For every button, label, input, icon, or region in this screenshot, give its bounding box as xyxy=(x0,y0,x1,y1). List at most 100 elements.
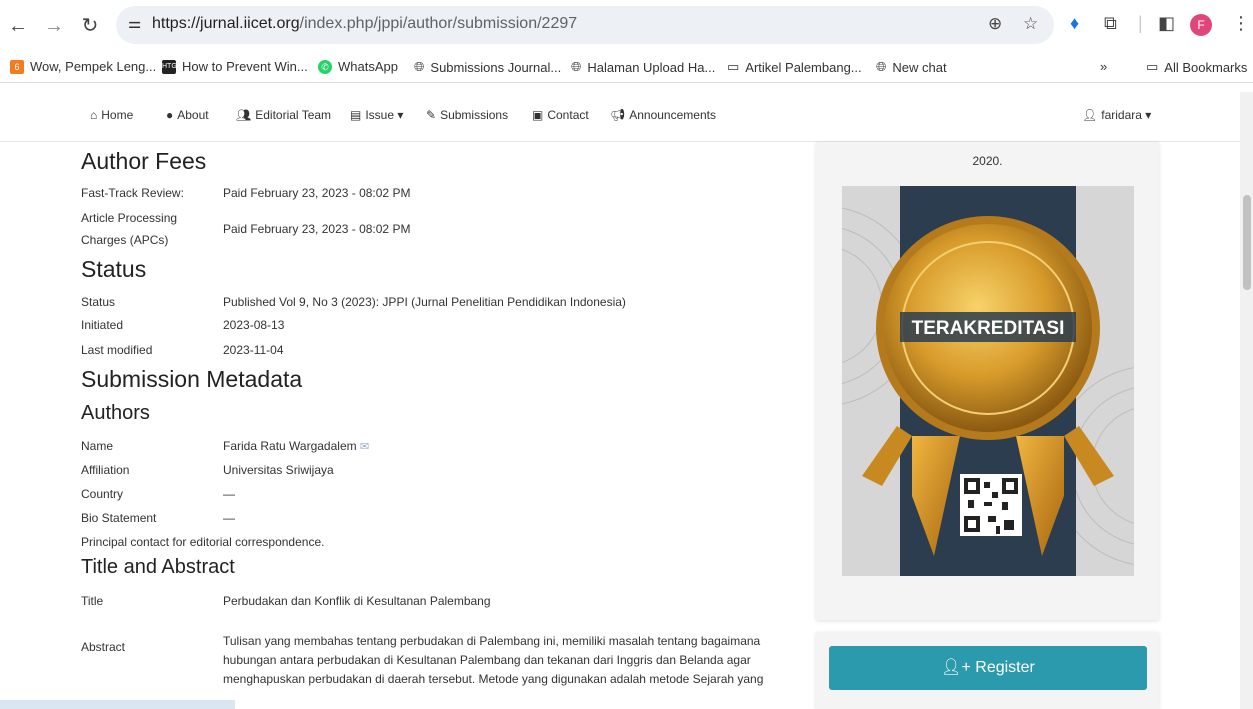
initiated-value: 2023-08-13 xyxy=(223,318,285,332)
nav-editorial-label: Editorial Team xyxy=(255,108,332,122)
forward-arrow-icon[interactable]: → xyxy=(42,12,66,40)
bookmark-label: WhatsApp xyxy=(338,59,398,74)
archive-icon: ▤ xyxy=(350,108,362,122)
all-bookmarks-button[interactable]: ▭ All Bookmarks xyxy=(1146,59,1247,75)
back-arrow-icon[interactable]: ← xyxy=(6,12,30,40)
globe-icon: 🌐︎ xyxy=(876,59,887,74)
nav-contact[interactable]: ▣ Contact xyxy=(532,108,589,122)
title-value: Perbudakan dan Konflik di Kesultanan Pal… xyxy=(223,594,491,608)
apc-label-line1: Article Processing xyxy=(81,211,178,225)
page-scrollbar[interactable] xyxy=(1240,92,1253,709)
extensions-puzzle-icon[interactable]: ⧉ xyxy=(1104,13,1117,34)
principal-contact-note: Principal contact for editorial correspo… xyxy=(81,535,325,549)
bookmark-label: Wow, Pempek Leng... xyxy=(30,59,157,74)
name-value: Farida Ratu Wargadalem ✉ xyxy=(223,437,369,456)
user-plus-icon: 👤︎+ xyxy=(941,659,971,676)
link-status-bar xyxy=(0,700,235,709)
edit-icon: ✎ xyxy=(426,108,437,122)
reload-icon[interactable]: ↻ xyxy=(78,12,102,40)
abstract-label: Abstract xyxy=(81,640,126,654)
htg-icon: HTG xyxy=(162,59,177,74)
bookmark-item[interactable]: 🌐︎ New chat xyxy=(876,59,947,75)
scrollbar-thumb[interactable] xyxy=(1243,195,1251,290)
bookmark-item[interactable]: HTG How to Prevent Win... xyxy=(162,59,308,74)
menu-kebab-icon[interactable]: ⋮ xyxy=(1232,13,1250,34)
profile-avatar[interactable]: F xyxy=(1190,14,1212,36)
folder-icon: ▭ xyxy=(1146,59,1159,74)
whatsapp-icon: ✆ xyxy=(318,59,332,74)
nav-contact-label: Contact xyxy=(547,108,589,122)
last-modified-label: Last modified xyxy=(81,343,153,357)
nav-submissions-label: Submissions xyxy=(440,108,509,122)
apc-label-line2: Charges (APCs) xyxy=(81,233,169,247)
initiated-label: Initiated xyxy=(81,318,124,332)
info-icon: ● xyxy=(166,108,174,122)
bookmark-item[interactable]: 6 Wow, Pempek Leng... xyxy=(10,59,156,74)
bookmark-item[interactable]: ▭ Artikel Palembang... xyxy=(727,59,862,75)
url-text[interactable]: https://jurnal.iicet.org/index.php/jppi/… xyxy=(152,15,577,33)
title-abstract-heading: Title and Abstract xyxy=(81,556,235,578)
nav-submissions[interactable]: ✎ Submissions xyxy=(426,108,508,122)
nav-home[interactable]: ⌂ Home xyxy=(90,108,133,122)
url-path: /index.php/jppi/author/submission/2297 xyxy=(299,15,578,32)
nav-issue[interactable]: ▤ Issue ▾ xyxy=(350,108,403,122)
bookmark-label: Halaman Upload Ha... xyxy=(587,59,716,75)
all-bookmarks-label: All Bookmarks xyxy=(1164,59,1248,75)
orange-app-icon: 6 xyxy=(10,59,24,74)
country-value: — xyxy=(223,487,235,501)
bookmarks-bar: 6 Wow, Pempek Leng... HTG How to Prevent W… xyxy=(0,53,1253,83)
zoom-icon[interactable]: ⊕ xyxy=(988,14,1002,34)
title-label: Title xyxy=(81,594,104,608)
bookmark-item[interactable]: 🌐︎ Submissions Journal... xyxy=(414,59,561,75)
address-book-icon: ▣ xyxy=(532,108,544,122)
bookmark-star-icon[interactable]: ☆ xyxy=(1023,14,1038,34)
badge-text: TERAKREDITASI xyxy=(912,318,1065,339)
name-label: Name xyxy=(81,439,114,453)
nav-editorial-team[interactable]: 👥︎ Editorial Team xyxy=(236,108,331,122)
nav-about-label: About xyxy=(177,108,209,122)
extension-diamond-icon[interactable]: ♦ xyxy=(1070,13,1079,34)
site-info-icon[interactable]: ⚌ xyxy=(128,14,141,32)
apc-value: Paid February 23, 2023 - 08:02 PM xyxy=(223,222,411,236)
last-modified-value: 2023-11-04 xyxy=(223,343,284,357)
home-icon: ⌂ xyxy=(90,108,98,122)
register-label: Register xyxy=(975,659,1035,676)
bookmark-item[interactable]: ✆ WhatsApp xyxy=(318,59,398,74)
user-icon: 👤︎ xyxy=(1082,108,1098,122)
author-name: Farida Ratu Wargadalem xyxy=(223,439,357,453)
email-icon[interactable]: ✉ xyxy=(360,441,369,453)
nav-announcements-label: Announcements xyxy=(629,108,716,122)
caret-down-icon: ▾ xyxy=(397,108,404,122)
globe-icon: 🌐︎ xyxy=(414,59,425,74)
user-menu[interactable]: 👤︎ faridara ▾ xyxy=(1082,108,1151,122)
bookmark-label: Submissions Journal... xyxy=(430,59,562,75)
affiliation-value: Universitas Sriwijaya xyxy=(223,463,334,477)
country-label: Country xyxy=(81,487,124,501)
bookmark-label: Artikel Palembang... xyxy=(745,59,862,75)
nav-announcements[interactable]: 📢︎ Announcements xyxy=(610,108,716,122)
caret-down-icon: ▾ xyxy=(1145,108,1152,122)
side-panel-icon[interactable]: ◧ xyxy=(1158,13,1175,34)
bookmark-item[interactable]: 🌐︎ Halaman Upload Ha... xyxy=(571,59,715,75)
status-value: Published Vol 9, No 3 (2023): JPPI (Jurn… xyxy=(223,295,626,309)
more-bookmarks-button[interactable]: » xyxy=(1100,59,1107,74)
accreditation-badge-image: TERAKREDITASI xyxy=(842,186,1134,576)
submission-metadata-heading: Submission Metadata xyxy=(81,366,303,392)
nav-about[interactable]: ● About xyxy=(166,108,209,122)
accreditation-badge-icon: TERAKREDITASI xyxy=(842,186,1134,576)
bio-label: Bio Statement xyxy=(81,511,157,525)
bio-value: — xyxy=(223,511,235,525)
url-domain: https://jurnal.iicet.org xyxy=(152,15,300,32)
toolbar-divider: | xyxy=(1138,13,1143,33)
register-button[interactable]: 👤︎+ Register xyxy=(829,646,1147,690)
status-label: Status xyxy=(81,295,116,309)
users-icon: 👥︎ xyxy=(236,108,252,122)
sidebar-date-text: 2020. xyxy=(972,154,1003,168)
bullhorn-icon: 📢︎ xyxy=(610,108,626,122)
fast-track-value: Paid February 23, 2023 - 08:02 PM xyxy=(223,186,411,200)
nav-home-label: Home xyxy=(101,108,134,122)
authors-heading: Authors xyxy=(81,402,150,424)
bookmark-label: New chat xyxy=(892,59,947,75)
user-menu-label: faridara xyxy=(1101,108,1142,122)
address-bar[interactable]: ⚌ https://jurnal.iicet.org/index.php/jpp… xyxy=(116,6,1054,44)
